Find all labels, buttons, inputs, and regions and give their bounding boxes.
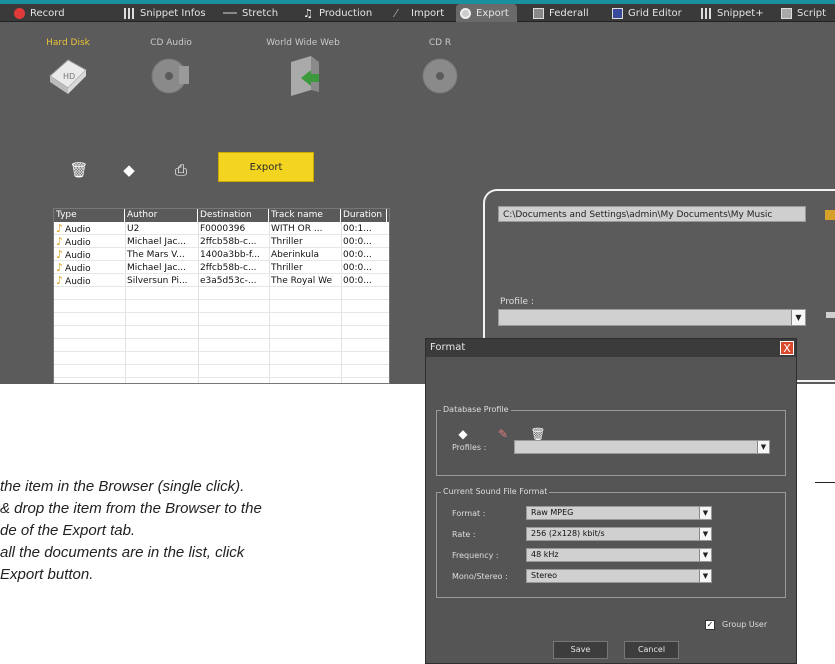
svg-text:HD: HD — [63, 72, 75, 81]
table-row[interactable]: ♪ Audio U2 F0000396 WITH OR ... 00:1... — [54, 223, 389, 235]
format-select[interactable]: Raw MPEG ▼ — [526, 506, 712, 520]
edit-icon[interactable]: ✎ — [495, 426, 511, 442]
audio-note-icon: ♪ — [56, 262, 64, 274]
save-button[interactable]: Save — [553, 641, 608, 659]
chevron-down-icon[interactable]: ▼ — [699, 528, 711, 540]
list-header: Type Author Destination Track name Durat… — [54, 209, 389, 222]
trash-icon[interactable]: 🗑 — [69, 161, 88, 179]
audio-note-icon: ♪ — [56, 223, 64, 235]
chevron-down-icon[interactable]: ▼ — [699, 549, 711, 561]
frequency-label: Frequency : — [452, 551, 499, 560]
table-row[interactable]: ♪ Audio Michael Jac... 2ffcb58b-c... Thri… — [54, 262, 389, 274]
import-icon: ⁄ — [395, 6, 397, 20]
grid-editor-icon — [612, 7, 623, 19]
cd-audio-icon — [151, 58, 189, 94]
chevron-down-icon[interactable]: ▼ — [791, 310, 805, 325]
profile-select[interactable]: ▼ — [498, 309, 806, 326]
media-cd-r[interactable]: CD R — [395, 38, 485, 99]
group-user-label: Group User — [722, 620, 768, 629]
empty-row — [54, 327, 389, 339]
empty-row — [54, 288, 389, 300]
rate-select[interactable]: 256 (2x128) kbit/s ▼ — [526, 527, 712, 541]
tab-federall[interactable]: Federall — [533, 4, 589, 22]
grid-icon — [124, 7, 135, 19]
chevron-down-icon[interactable]: ▼ — [699, 507, 711, 519]
tab-production[interactable]: ♫ Production — [303, 4, 372, 22]
monitor-icon — [533, 7, 544, 19]
export-button[interactable]: Export — [218, 152, 314, 182]
empty-row — [54, 353, 389, 365]
media-cd-audio[interactable]: CD Audio — [126, 38, 216, 99]
tab-script[interactable]: Script — [781, 4, 826, 22]
frequency-select[interactable]: 48 kHz ▼ — [526, 548, 712, 562]
profiles-label: Profiles : — [452, 443, 487, 452]
column-track-name[interactable]: Track name — [269, 209, 341, 222]
tab-import[interactable]: ⁄ Import — [395, 4, 444, 22]
column-author[interactable]: Author — [125, 209, 198, 222]
format-label: Format : — [452, 509, 486, 518]
column-type[interactable]: Type — [54, 209, 125, 222]
mono-stereo-label: Mono/Stereo : — [452, 572, 508, 581]
label-icon[interactable]: ◆ — [120, 161, 138, 179]
destination-path-field[interactable]: C:\Documents and Settings\admin\My Docum… — [498, 206, 806, 222]
grid-icon — [701, 7, 712, 19]
empty-row — [54, 314, 389, 326]
tab-record[interactable]: Record — [14, 4, 65, 22]
tab-bar: Record Snippet Infos Stretch ♫ Productio… — [0, 4, 835, 22]
record-dot-icon — [14, 7, 25, 19]
close-icon[interactable]: X — [780, 341, 794, 355]
profile-label: Profile : — [500, 297, 534, 307]
rate-label: Rate : — [452, 530, 476, 539]
label-icon[interactable]: ◆ — [455, 426, 471, 442]
audio-note-icon: ♪ — [56, 236, 64, 248]
media-world-wide-web[interactable]: World Wide Web — [258, 38, 348, 99]
audio-note-icon: ♪ — [56, 275, 64, 287]
column-duration[interactable]: Duration — [341, 209, 387, 222]
empty-row — [54, 301, 389, 313]
cd-r-icon — [422, 58, 458, 94]
column-destination[interactable]: Destination — [198, 209, 269, 222]
web-export-icon — [291, 56, 319, 96]
tab-snippet-infos[interactable]: Snippet Infos — [124, 4, 206, 22]
profiles-select[interactable]: ▼ — [514, 440, 770, 454]
script-icon — [781, 7, 792, 19]
tab-grid-editor[interactable]: Grid Editor — [612, 4, 682, 22]
table-row[interactable]: ♪ Audio Silversun Pi... e3a5d53c-... The … — [54, 275, 389, 287]
mono-stereo-select[interactable]: Stereo ▼ — [526, 569, 712, 583]
audio-note-icon: ♪ — [56, 249, 64, 261]
tab-export[interactable]: Export — [456, 4, 517, 22]
export-list[interactable]: Type Author Destination Track name Durat… — [53, 208, 390, 384]
table-row[interactable]: ♪ Audio The Mars V... 1400a3bb-f... Aberi… — [54, 249, 389, 261]
tab-snippet-plus[interactable]: Snippet+ — [701, 4, 764, 22]
export-disc-icon — [460, 7, 471, 19]
settings-icon[interactable] — [826, 312, 835, 318]
folder-icon[interactable] — [825, 210, 835, 220]
chevron-down-icon[interactable]: ▼ — [757, 441, 769, 453]
group-user-checkbox[interactable]: ✓ — [705, 620, 715, 630]
media-hard-disk[interactable]: Hard Disk HD — [23, 38, 113, 99]
empty-row — [54, 340, 389, 352]
table-row[interactable]: ♪ Audio Michael Jac... 2ffcb58b-c... Thri… — [54, 236, 389, 248]
cancel-button[interactable]: Cancel — [624, 641, 679, 659]
instructions-text: the item in the Browser (single click). … — [0, 478, 262, 583]
dialog-title: Format X — [426, 339, 796, 357]
tab-stretch[interactable]: Stretch — [223, 4, 278, 22]
empty-row — [54, 366, 389, 378]
hard-disk-icon: HD — [49, 59, 87, 94]
note-icon: ♫ — [303, 6, 313, 20]
print-icon[interactable]: ⎙ — [172, 161, 190, 179]
stretch-icon — [223, 11, 237, 15]
chevron-down-icon[interactable]: ▼ — [699, 570, 711, 582]
callout-line — [815, 482, 835, 483]
